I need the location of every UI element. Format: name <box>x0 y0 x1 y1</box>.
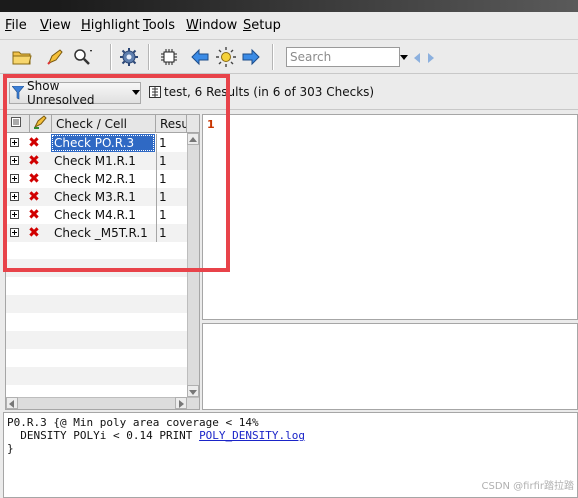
result-count: 1 <box>156 224 187 242</box>
expand-icon[interactable] <box>10 156 19 165</box>
expand-icon[interactable] <box>10 174 19 183</box>
result-count: 1 <box>156 170 187 188</box>
rule-line-3: } <box>7 442 14 455</box>
scroll-right-icon[interactable] <box>175 397 187 409</box>
expand-icon[interactable] <box>10 192 19 201</box>
error-x-icon: ✖ <box>28 189 40 205</box>
check-name: Check M1.R.1 <box>54 154 136 168</box>
tree-config-icon[interactable] <box>6 115 30 133</box>
check-name: Check M3.R.1 <box>54 190 136 204</box>
back-arrow-icon[interactable] <box>189 46 211 68</box>
tree-row[interactable]: ✖ Check M1.R.1 1 <box>6 152 187 170</box>
column-check-cell[interactable]: Check / Cell <box>52 115 156 133</box>
tree-row[interactable]: ✖ Check M2.R.1 1 <box>6 170 187 188</box>
check-name: Check PO.R.3 <box>51 134 155 152</box>
horizontal-scrollbar[interactable] <box>6 397 199 409</box>
scroll-left-icon[interactable] <box>6 397 18 409</box>
results-summary: test, 6 Results (in 6 of 303 Checks) <box>149 85 374 99</box>
menu-highlight[interactable]: Highlight <box>81 18 140 33</box>
log-file-link[interactable]: POLY_DENSITY.log <box>199 429 305 442</box>
results-summary-text: test, 6 Results (in 6 of 303 Checks) <box>164 85 375 99</box>
scroll-up-icon[interactable] <box>187 133 199 145</box>
menu-window[interactable]: Window <box>186 18 237 33</box>
error-x-icon: ✖ <box>28 153 40 169</box>
expand-icon[interactable] <box>10 228 19 237</box>
chevron-down-icon <box>132 90 140 96</box>
menu-setup[interactable]: Setup <box>243 18 281 33</box>
forward-arrow-icon[interactable] <box>240 46 262 68</box>
result-detail-pane <box>202 323 578 410</box>
search-input[interactable] <box>286 47 400 67</box>
expand-icon[interactable] <box>10 210 19 219</box>
error-x-icon: ✖ <box>28 135 40 151</box>
tree-row[interactable]: ✖ Check PO.R.3 1 <box>6 134 187 152</box>
result-index[interactable]: 1 <box>207 118 215 131</box>
error-x-icon: ✖ <box>28 171 40 187</box>
tree-row[interactable]: ✖ Check M3.R.1 1 <box>6 188 187 206</box>
result-count: 1 <box>156 206 187 224</box>
open-folder-icon[interactable] <box>11 46 33 68</box>
highlighter-icon[interactable] <box>44 46 66 68</box>
watermark: CSDN @firfir踏拉踏 <box>481 481 574 492</box>
menu-view[interactable]: View <box>40 18 71 33</box>
toolbar-separator <box>272 44 274 70</box>
database-icon <box>149 86 161 98</box>
result-count: 1 <box>156 134 187 152</box>
tree-row[interactable]: ✖ Check M4.R.1 1 <box>6 206 187 224</box>
tree-header: Check / Cell Resu <box>6 115 199 133</box>
search-dropdown-icon[interactable] <box>400 50 408 64</box>
expand-icon[interactable] <box>10 138 19 147</box>
search-prev-icon[interactable] <box>414 52 421 66</box>
column-results[interactable]: Resu <box>156 115 187 133</box>
title-bar <box>0 0 578 12</box>
menu-tools[interactable]: Tools <box>143 18 175 33</box>
error-x-icon: ✖ <box>28 225 40 241</box>
filter-bar: Show Unresolved test, 6 Results (in 6 of… <box>0 74 578 110</box>
tree-row[interactable]: ✖ Check _M5T.R.1 1 <box>6 224 187 242</box>
result-count: 1 <box>156 188 187 206</box>
scroll-down-icon[interactable] <box>187 385 199 397</box>
rule-line-1: P0.R.3 {@ Min poly area coverage < 14% <box>7 416 259 429</box>
check-name: Check M4.R.1 <box>54 208 136 222</box>
toolbar <box>0 40 578 74</box>
toolbar-separator <box>148 44 150 70</box>
show-unresolved-dropdown[interactable]: Show Unresolved <box>9 79 141 107</box>
check-name: Check _M5T.R.1 <box>54 226 148 240</box>
menu-bar: File View Highlight Tools Window Setup <box>0 12 578 40</box>
chip-icon[interactable] <box>158 46 180 68</box>
sun-icon[interactable] <box>215 46 237 68</box>
zoom-icon[interactable] <box>72 46 94 68</box>
check-name: Check M2.R.1 <box>54 172 136 186</box>
vertical-scrollbar[interactable] <box>187 133 199 397</box>
search-next-icon[interactable] <box>428 52 435 66</box>
result-count: 1 <box>156 152 187 170</box>
results-list-pane: 1 <box>202 114 578 320</box>
toolbar-separator <box>110 44 112 70</box>
check-tree: Check / Cell Resu ✖ Check PO.R.3 1 ✖ Che… <box>5 114 200 410</box>
funnel-icon <box>12 86 24 100</box>
rule-line-2: DENSITY POLYi < 0.14 PRINT <box>7 429 200 442</box>
error-x-icon: ✖ <box>28 207 40 223</box>
tree-highlight-icon[interactable] <box>30 115 52 133</box>
show-unresolved-label: Show Unresolved <box>27 79 95 107</box>
menu-file[interactable]: File <box>5 18 27 33</box>
gear-icon[interactable] <box>118 46 140 68</box>
